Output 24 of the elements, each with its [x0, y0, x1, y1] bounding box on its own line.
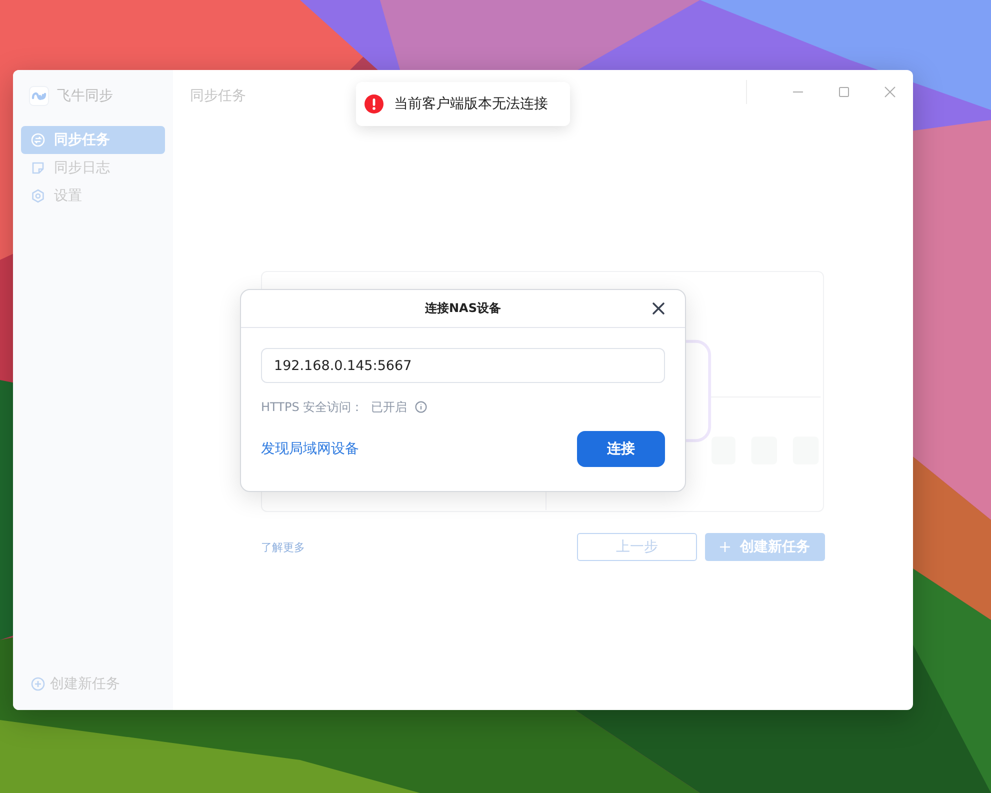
address-field[interactable]: 192.168.0.145:5667 — [261, 348, 665, 383]
toast-message: 当前客户端版本无法连接 — [394, 95, 548, 113]
connect-button[interactable]: 连接 — [577, 431, 665, 467]
maximize-icon[interactable] — [838, 86, 850, 98]
close-icon[interactable] — [884, 86, 896, 98]
error-icon — [364, 94, 384, 114]
close-button[interactable] — [652, 302, 665, 315]
settings-icon — [31, 189, 45, 203]
sidebar-item[interactable]: 同步任务 — [21, 126, 165, 154]
note-icon — [31, 161, 45, 175]
sync-icon — [31, 133, 45, 147]
https-status: 已开启 — [371, 398, 408, 416]
plus-icon — [720, 542, 730, 552]
create-task-button[interactable]: 创建新任务 — [705, 533, 825, 561]
plus-circle-icon — [31, 677, 45, 691]
page-title: 同步任务 — [190, 87, 246, 105]
https-label: HTTPS 安全访问： — [261, 398, 364, 416]
app-name: 飞牛同步 — [57, 87, 113, 105]
dialog-title: 连接NAS设备 — [425, 300, 501, 317]
discover-devices-link[interactable]: 发现局域网设备 — [261, 440, 359, 458]
learn-more-link[interactable]: 了解更多 — [261, 540, 305, 554]
back-button[interactable]: 上一步 — [577, 533, 697, 561]
app-logo-icon — [29, 86, 49, 106]
info-icon — [415, 401, 428, 413]
